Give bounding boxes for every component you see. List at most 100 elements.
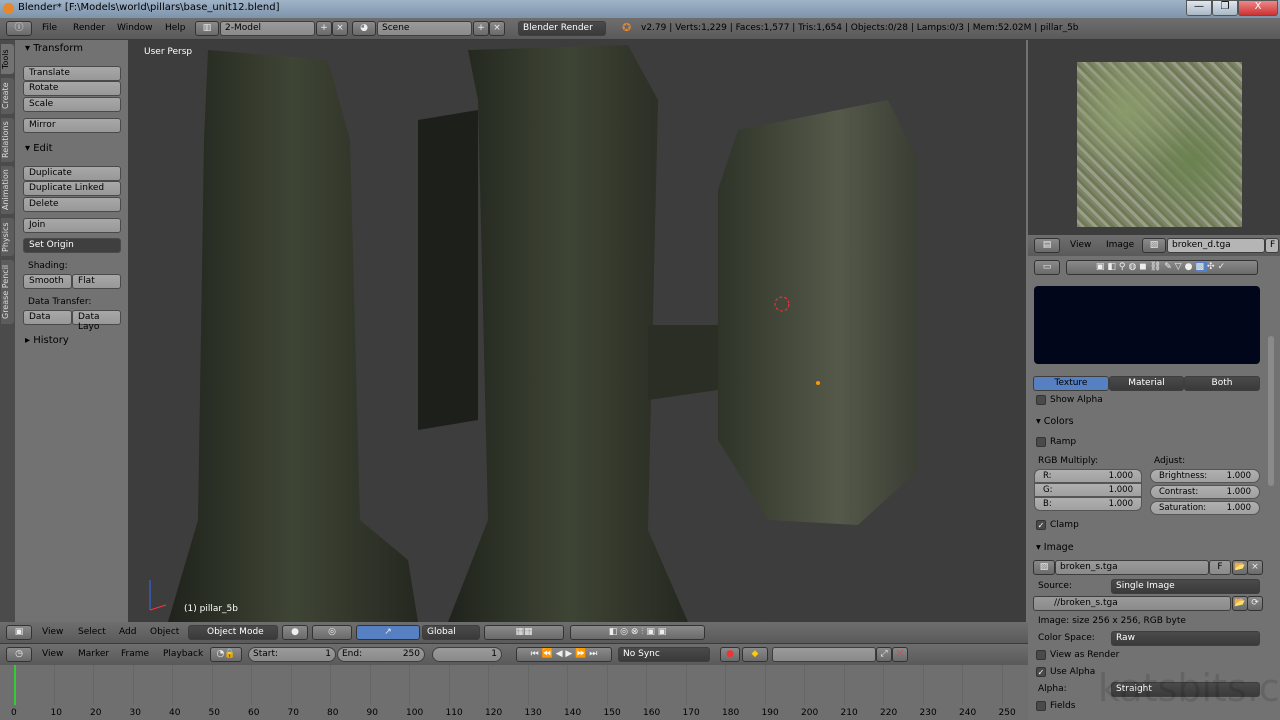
filepath-field[interactable]: //broken_s.tga bbox=[1033, 596, 1231, 611]
edit-panel-header[interactable]: ▾ Edit bbox=[25, 143, 53, 154]
use-alpha-checkbox[interactable]: ✓ bbox=[1036, 667, 1046, 677]
snap-tools-icon[interactable]: ◧ ◎ ⊗ ⫶ ▣ ▣ bbox=[570, 625, 705, 640]
3d-viewport[interactable]: User Persp (1) pillar_5b bbox=[128, 40, 1026, 622]
playback-controls[interactable]: ⏮ ⏪ ◀ ▶ ⏩ ⏭ bbox=[516, 647, 612, 662]
saturation-field[interactable]: Saturation: 1.000 bbox=[1150, 501, 1260, 515]
clamp-checkbox[interactable]: ✓ bbox=[1036, 520, 1046, 530]
end-frame-field[interactable]: End: 250 bbox=[337, 647, 425, 662]
menu-view[interactable]: View bbox=[42, 627, 63, 637]
manipulator-icon[interactable]: ↗ bbox=[356, 625, 420, 640]
menu-file[interactable]: File bbox=[42, 23, 57, 33]
scale-button[interactable]: Scale bbox=[23, 97, 121, 112]
close-button[interactable]: X bbox=[1238, 0, 1278, 16]
image-fake-user-button[interactable]: F bbox=[1209, 560, 1231, 575]
b-field[interactable]: B: 1.000 bbox=[1034, 497, 1142, 511]
tab-tools[interactable]: Tools bbox=[1, 44, 14, 74]
scene-field[interactable]: Scene bbox=[377, 21, 472, 36]
mode-select[interactable]: Object Mode bbox=[188, 625, 278, 640]
tab-create[interactable]: Create bbox=[1, 78, 14, 114]
menu-add[interactable]: Add bbox=[119, 627, 136, 637]
tab-texture[interactable]: Texture bbox=[1033, 376, 1109, 391]
brightness-field[interactable]: Brightness: 1.000 bbox=[1150, 469, 1260, 483]
source-select[interactable]: Single Image bbox=[1111, 579, 1260, 594]
render-engine-select[interactable]: Blender Render bbox=[518, 21, 606, 36]
menu-window[interactable]: Window bbox=[117, 23, 153, 33]
timeline[interactable]: 0 10 20 30 40 50 60 70 80 90 100 110 120 130 140 150 160… bbox=[0, 665, 1028, 720]
layout-icon[interactable]: ▥ bbox=[195, 21, 219, 36]
scene-icon[interactable]: ◕ bbox=[352, 21, 376, 36]
open-folder-icon[interactable]: 📂 bbox=[1232, 560, 1248, 575]
translate-button[interactable]: Translate bbox=[23, 66, 121, 81]
rotate-button[interactable]: Rotate bbox=[23, 81, 121, 96]
mirror-button[interactable]: Mirror bbox=[23, 118, 121, 133]
scrollbar[interactable] bbox=[1268, 336, 1274, 486]
start-frame-field[interactable]: Start: 1 bbox=[248, 647, 336, 662]
delete-key-icon[interactable]: ⤫ bbox=[892, 647, 908, 662]
info-editor-icon[interactable]: ⓘ bbox=[6, 21, 32, 36]
layers-icon[interactable]: ▦▦ bbox=[484, 625, 564, 640]
duplicate-linked-button[interactable]: Duplicate Linked bbox=[23, 181, 121, 196]
image-browse-icon[interactable]: ▨ bbox=[1033, 560, 1055, 575]
g-field[interactable]: G: 1.000 bbox=[1034, 483, 1142, 497]
tab-grease-pencil[interactable]: Grease Pencil bbox=[1, 260, 14, 324]
color-space-select[interactable]: Raw bbox=[1111, 631, 1260, 646]
pivot-icon[interactable]: ◎ bbox=[312, 625, 352, 640]
context-tabs[interactable]: ▣◧⚲◍◼⛓✎▽●▩✣✓ bbox=[1066, 260, 1258, 275]
tab-both[interactable]: Both bbox=[1184, 376, 1260, 391]
menu-object[interactable]: Object bbox=[150, 627, 179, 637]
image-editor-icon[interactable]: ▤ bbox=[1034, 238, 1060, 253]
menu-marker[interactable]: Marker bbox=[78, 649, 109, 659]
tab-animation[interactable]: Animation bbox=[1, 166, 14, 214]
delete-button[interactable]: Delete bbox=[23, 197, 121, 212]
image-browse-icon[interactable]: ▨ bbox=[1142, 238, 1166, 253]
show-alpha-checkbox[interactable] bbox=[1036, 395, 1046, 405]
insert-key-icon[interactable]: ⤢ bbox=[876, 647, 892, 662]
add-layout-button[interactable]: + bbox=[316, 21, 332, 36]
image-name-field[interactable]: broken_s.tga bbox=[1055, 560, 1209, 575]
orientation-select[interactable]: Global bbox=[422, 625, 480, 640]
keying-icon[interactable]: ◆ bbox=[742, 647, 768, 662]
menu-frame[interactable]: Frame bbox=[121, 649, 149, 659]
duplicate-button[interactable]: Duplicate bbox=[23, 166, 121, 181]
data-button[interactable]: Data bbox=[23, 310, 72, 325]
keying-set-field[interactable] bbox=[772, 647, 876, 662]
view-as-render-checkbox[interactable] bbox=[1036, 650, 1046, 660]
timeline-editor-icon[interactable]: ◷ bbox=[6, 647, 32, 662]
sync-select[interactable]: No Sync bbox=[618, 647, 710, 662]
contrast-field[interactable]: Contrast: 1.000 bbox=[1150, 485, 1260, 499]
remove-scene-button[interactable]: × bbox=[489, 21, 505, 36]
set-origin-select[interactable]: Set Origin bbox=[23, 238, 121, 253]
menu-image[interactable]: Image bbox=[1106, 240, 1134, 250]
tab-material[interactable]: Material bbox=[1109, 376, 1184, 391]
browse-file-icon[interactable]: 📂 bbox=[1232, 596, 1248, 611]
properties-editor-icon[interactable]: ▭ bbox=[1034, 260, 1060, 275]
flat-button[interactable]: Flat bbox=[72, 274, 121, 289]
menu-playback[interactable]: Playback bbox=[163, 649, 203, 659]
image-name-field[interactable]: broken_d.tga bbox=[1167, 238, 1265, 253]
fake-user-button[interactable]: F bbox=[1265, 238, 1279, 253]
editor-type-icon[interactable]: ▣ bbox=[6, 625, 32, 640]
image-editor[interactable] bbox=[1028, 40, 1280, 235]
record-icon[interactable]: ● bbox=[720, 647, 740, 662]
reload-icon[interactable]: ⟳ bbox=[1247, 596, 1263, 611]
image-panel-header[interactable]: ▾ Image bbox=[1036, 542, 1074, 553]
r-field[interactable]: R: 1.000 bbox=[1034, 469, 1142, 483]
fields-checkbox[interactable] bbox=[1036, 701, 1046, 711]
menu-help[interactable]: Help bbox=[165, 23, 186, 33]
menu-view[interactable]: View bbox=[42, 649, 63, 659]
current-frame-field[interactable]: 1 bbox=[432, 647, 502, 662]
join-button[interactable]: Join bbox=[23, 218, 121, 233]
data-layout-button[interactable]: Data Layo bbox=[72, 310, 121, 332]
playhead[interactable] bbox=[14, 665, 16, 705]
add-scene-button[interactable]: + bbox=[473, 21, 489, 36]
minimize-button[interactable]: — bbox=[1186, 0, 1212, 16]
history-panel-header[interactable]: ▸ History bbox=[25, 335, 69, 346]
ramp-checkbox[interactable] bbox=[1036, 437, 1046, 447]
remove-layout-button[interactable]: × bbox=[332, 21, 348, 36]
shading-icon[interactable]: ● bbox=[282, 625, 308, 640]
menu-view[interactable]: View bbox=[1070, 240, 1091, 250]
tab-relations[interactable]: Relations bbox=[1, 118, 14, 162]
transform-panel-header[interactable]: ▾ Transform bbox=[25, 43, 83, 54]
menu-render[interactable]: Render bbox=[73, 23, 105, 33]
layout-field[interactable]: 2-Model bbox=[220, 21, 315, 36]
